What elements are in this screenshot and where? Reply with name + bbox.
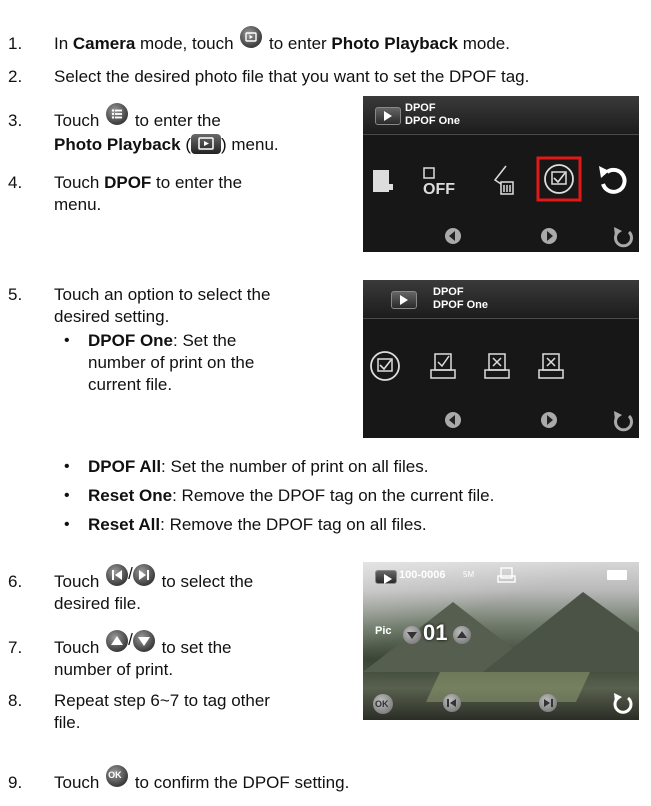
dpof-print-icon (497, 567, 516, 583)
back-icon[interactable] (609, 690, 635, 716)
reset-one-icon[interactable] (484, 353, 510, 379)
prev-file-button[interactable] (443, 694, 461, 712)
next-file-button[interactable] (539, 694, 557, 712)
pic-label: Pic (375, 625, 392, 637)
increase-button[interactable] (453, 626, 471, 644)
down-icon[interactable] (132, 629, 155, 652)
screen-header: DPOF DPOF One (363, 280, 639, 319)
prev-button[interactable] (445, 412, 461, 428)
playback-icon (391, 291, 417, 309)
battery-icon (607, 570, 627, 580)
next-button[interactable] (541, 228, 557, 244)
return-icon[interactable] (599, 166, 627, 194)
decrease-button[interactable] (403, 626, 421, 644)
dpof-file-key-icon[interactable] (373, 170, 393, 192)
dpof-off-icon[interactable]: OFF (423, 167, 455, 198)
dpof-all-icon[interactable] (430, 353, 456, 379)
delete-icon[interactable] (493, 165, 514, 195)
file-number: 100-0006 (399, 569, 446, 581)
dpof-screen-2: DPOF DPOF One (363, 280, 639, 438)
playback-screen: 100-0006 5M Pic 01 OK (363, 562, 639, 720)
playback-icon (375, 107, 401, 125)
playback-mode-icon (191, 133, 221, 154)
screen-header: DPOF DPOF One (363, 96, 639, 135)
step-3: 3. Touch to enter the Photo Playback () … (0, 102, 360, 156)
dpof-screen-1: DPOF DPOF One OFF (363, 96, 639, 252)
print-count: 01 (423, 620, 448, 645)
reset-all-icon[interactable] (538, 353, 564, 379)
next-file-icon[interactable] (132, 563, 155, 586)
next-button[interactable] (541, 412, 557, 428)
svg-text:OFF: OFF (423, 181, 455, 198)
ok-icon[interactable]: OK (106, 764, 129, 787)
dpof-print-icon[interactable] (536, 156, 582, 202)
back-icon[interactable] (614, 227, 633, 248)
playback-icon[interactable] (240, 25, 263, 48)
image-size: 5M (463, 570, 475, 579)
dpof-one-icon[interactable] (370, 351, 400, 381)
prev-button[interactable] (445, 228, 461, 244)
up-icon[interactable] (106, 629, 129, 652)
previous-file-icon[interactable] (106, 563, 129, 586)
back-icon[interactable] (614, 411, 633, 432)
ok-button[interactable]: OK (373, 694, 393, 714)
menu-icon[interactable] (106, 102, 129, 125)
playback-icon (375, 570, 397, 584)
step-1: 1. In Camera mode, touch to enter Photo … (0, 25, 651, 57)
